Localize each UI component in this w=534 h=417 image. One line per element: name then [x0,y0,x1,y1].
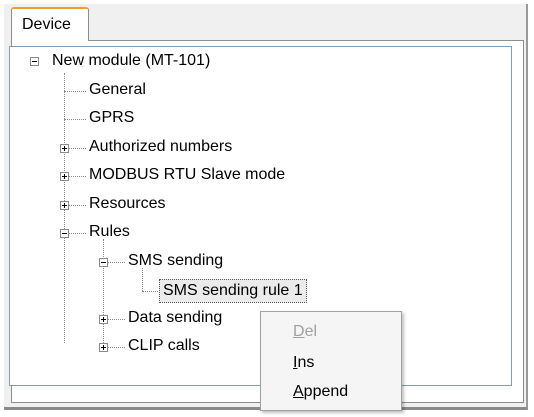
expand-icon[interactable] [99,315,108,324]
tree-item-gprs[interactable]: GPRS [89,108,134,128]
general-connector [64,91,86,92]
tab-device[interactable]: Device [11,7,89,41]
menu-item-del-rest: el [304,323,318,340]
collapse-icon[interactable] [99,258,108,267]
tab-device-label: Device [22,16,71,33]
tree-item-data-sending[interactable]: Data sending [128,308,222,328]
expand-icon[interactable] [60,172,69,181]
tree-item-clip-calls[interactable]: CLIP calls [128,336,200,356]
collapse-icon[interactable] [30,57,39,66]
menu-item-del-accel: D [293,323,305,340]
menu-item-append-accel: A [293,383,304,400]
menu-item-ins[interactable]: Ins [293,353,314,373]
menu-item-ins-rest: ns [297,354,315,371]
tree-item-resources[interactable]: Resources [89,194,165,214]
expand-icon[interactable] [60,144,69,153]
tree-item-general[interactable]: General [89,80,146,100]
menu-item-append-rest: ppend [303,383,349,400]
sms-child-connector [142,268,143,291]
tree-item-modbus[interactable]: MODBUS RTU Slave mode [89,165,285,185]
sms-rule-connector [142,291,158,292]
menu-item-append[interactable]: Append [293,382,348,402]
tree-item-authorized-numbers[interactable]: Authorized numbers [89,137,232,157]
context-menu: Del Ins Append [260,311,402,411]
tree-item-sms-sending-rule-1[interactable]: SMS sending rule 1 [159,279,307,303]
gprs-connector [64,119,86,120]
tree-item-rules[interactable]: Rules [89,222,130,242]
expand-icon[interactable] [99,343,108,352]
tree-item-root[interactable]: New module (MT-101) [52,51,210,71]
rules-child-connector [103,239,104,343]
collapse-icon[interactable] [60,229,69,238]
expand-icon[interactable] [60,201,69,210]
tree-item-sms-sending[interactable]: SMS sending [128,251,223,271]
menu-item-del[interactable]: Del [293,322,317,342]
